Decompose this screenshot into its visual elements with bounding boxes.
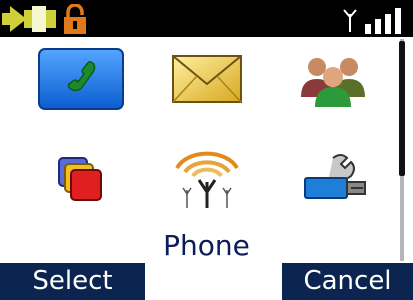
phone-icon bbox=[38, 48, 124, 110]
settings-tools-icon bbox=[304, 154, 366, 199]
menu-scrollbar[interactable] bbox=[396, 39, 408, 261]
select-softkey[interactable]: Select bbox=[0, 263, 145, 300]
antenna-icon bbox=[343, 9, 357, 32]
radio-tower-icon bbox=[175, 151, 239, 208]
main-menu-grid: Phone bbox=[0, 37, 413, 263]
menu-item-messages[interactable] bbox=[162, 44, 252, 114]
menu-item-network[interactable] bbox=[162, 143, 252, 213]
selected-item-label: Phone bbox=[163, 229, 250, 262]
cancel-softkey[interactable]: Cancel bbox=[282, 263, 413, 300]
menu-item-applications[interactable] bbox=[36, 147, 126, 217]
envelope-icon bbox=[172, 55, 242, 103]
keypad-lock-icon bbox=[64, 4, 86, 34]
softkey-bar: Select Cancel bbox=[0, 263, 413, 300]
menu-item-settings[interactable] bbox=[288, 143, 378, 213]
menu-item-phone[interactable] bbox=[36, 44, 126, 114]
scrollbar-thumb[interactable] bbox=[399, 41, 405, 176]
status-bar bbox=[0, 0, 413, 37]
signal-strength-icon bbox=[365, 8, 401, 34]
menu-item-contacts[interactable] bbox=[288, 44, 378, 114]
contacts-icon bbox=[301, 58, 365, 107]
stacked-squares-icon bbox=[58, 157, 102, 201]
battery-icon bbox=[2, 6, 56, 32]
